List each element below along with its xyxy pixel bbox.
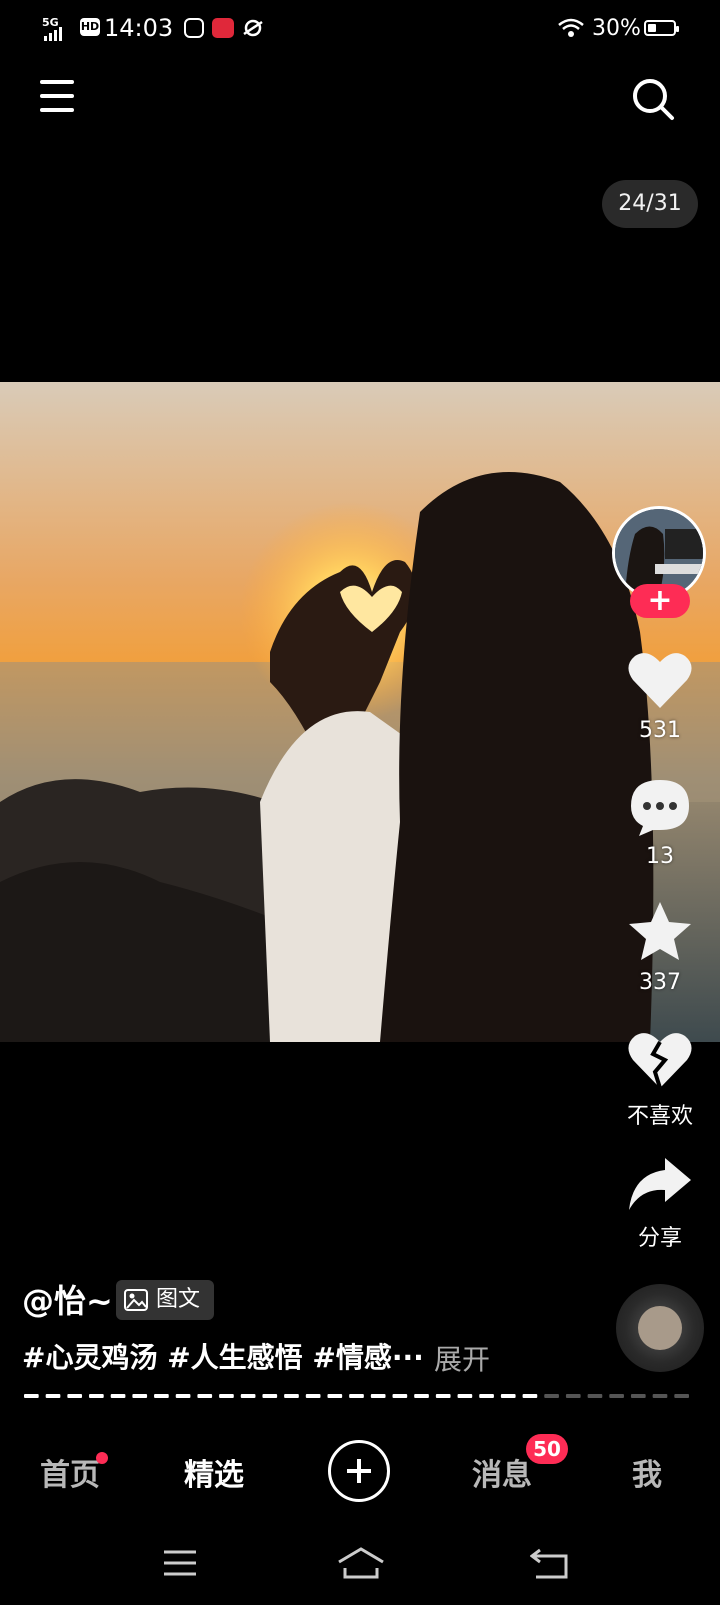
progress-segment: [587, 1394, 603, 1398]
music-disc[interactable]: [616, 1284, 704, 1372]
hd-icon: HD: [80, 18, 100, 36]
progress-segment: [67, 1394, 83, 1398]
progress-segment: [349, 1394, 364, 1398]
broken-heart-icon: [628, 1033, 692, 1089]
messages-badge: 50: [526, 1434, 568, 1464]
bottom-nav: 首页 精选 消息 50 我: [0, 1430, 720, 1520]
shop-app-icon: [212, 18, 234, 38]
progress-segment: [327, 1394, 343, 1398]
post-type-badge: 图文: [116, 1280, 214, 1320]
home-icon[interactable]: [336, 1546, 386, 1580]
dislike-label: 不喜欢: [626, 1104, 693, 1129]
progress-segment: [110, 1394, 126, 1398]
progress-segment: [197, 1394, 213, 1398]
plus-icon: [347, 1459, 371, 1483]
share-icon: [629, 1158, 691, 1210]
notification-dot: [96, 1452, 108, 1464]
progress-segment: [132, 1394, 148, 1398]
share-label: 分享: [637, 1226, 682, 1251]
search-icon[interactable]: [630, 76, 676, 122]
expand-link[interactable]: 展开: [434, 1338, 490, 1378]
progress-segment: [652, 1394, 668, 1398]
comment-button[interactable]: 13: [610, 776, 710, 869]
progress-segment: [305, 1394, 321, 1398]
battery-icon: [644, 20, 679, 36]
tab-messages[interactable]: 消息 50: [472, 1434, 568, 1494]
tab-home[interactable]: 首页: [40, 1450, 108, 1494]
progress-segment: [240, 1394, 256, 1398]
progress-segment: [219, 1394, 234, 1398]
status-bar: 5G HD 14:03 30%: [0, 0, 720, 58]
menu-icon: [40, 80, 74, 84]
recent-apps-icon[interactable]: [162, 1548, 198, 1578]
favorite-count: 337: [639, 970, 681, 995]
progress-segment: [544, 1394, 559, 1398]
music-cover: [638, 1306, 682, 1350]
comment-count: 13: [646, 844, 674, 869]
progress-segment: [89, 1394, 104, 1398]
favorite-button[interactable]: 337: [610, 900, 710, 995]
tab-featured[interactable]: 精选: [184, 1450, 244, 1494]
plus-icon: +: [647, 583, 673, 618]
like-count: 531: [639, 718, 681, 743]
heart-icon: [628, 653, 692, 708]
progress-segment: [435, 1394, 451, 1398]
progress-segment: [630, 1394, 646, 1398]
progress-segment: [500, 1394, 516, 1398]
progress-segment: [370, 1394, 386, 1398]
progress-segment: [262, 1394, 278, 1398]
video-app-icon: [184, 18, 204, 38]
progress-segment: [175, 1394, 191, 1398]
progress-segment: [154, 1394, 169, 1398]
page-progress: [24, 1394, 689, 1398]
back-icon[interactable]: [530, 1546, 570, 1580]
share-button[interactable]: 分享: [610, 1156, 710, 1252]
wifi-icon: [558, 18, 584, 37]
like-button[interactable]: 531: [610, 650, 710, 743]
image-icon: [124, 1289, 148, 1311]
progress-segment: [457, 1394, 473, 1398]
progress-segment: [609, 1394, 624, 1398]
progress-segment: [45, 1394, 61, 1398]
progress-segment: [414, 1394, 429, 1398]
progress-segment: [284, 1394, 299, 1398]
progress-segment: [522, 1394, 538, 1398]
progress-segment: [392, 1394, 408, 1398]
dislike-button[interactable]: 不喜欢: [610, 1030, 710, 1130]
comment-icon: [631, 780, 689, 836]
create-button[interactable]: [328, 1440, 390, 1502]
menu-button[interactable]: [40, 80, 74, 116]
progress-segment: [565, 1394, 581, 1398]
battery-percent: 30%: [592, 16, 641, 41]
planet-app-icon: [243, 19, 263, 37]
image-counter: 24/31: [602, 180, 698, 228]
progress-segment: [479, 1394, 494, 1398]
tab-me[interactable]: 我: [632, 1450, 662, 1494]
hashtags[interactable]: #心灵鸡汤 #人生感悟 #情感···: [22, 1336, 424, 1376]
clock: 14:03: [104, 14, 174, 42]
star-icon: [629, 902, 691, 960]
cellular-signal-icon: 5G: [42, 16, 62, 41]
system-nav: [0, 1538, 720, 1598]
follow-button[interactable]: +: [630, 584, 690, 618]
progress-segment: [674, 1394, 689, 1398]
progress-segment: [24, 1394, 39, 1398]
author-name[interactable]: @怡~: [22, 1276, 113, 1322]
